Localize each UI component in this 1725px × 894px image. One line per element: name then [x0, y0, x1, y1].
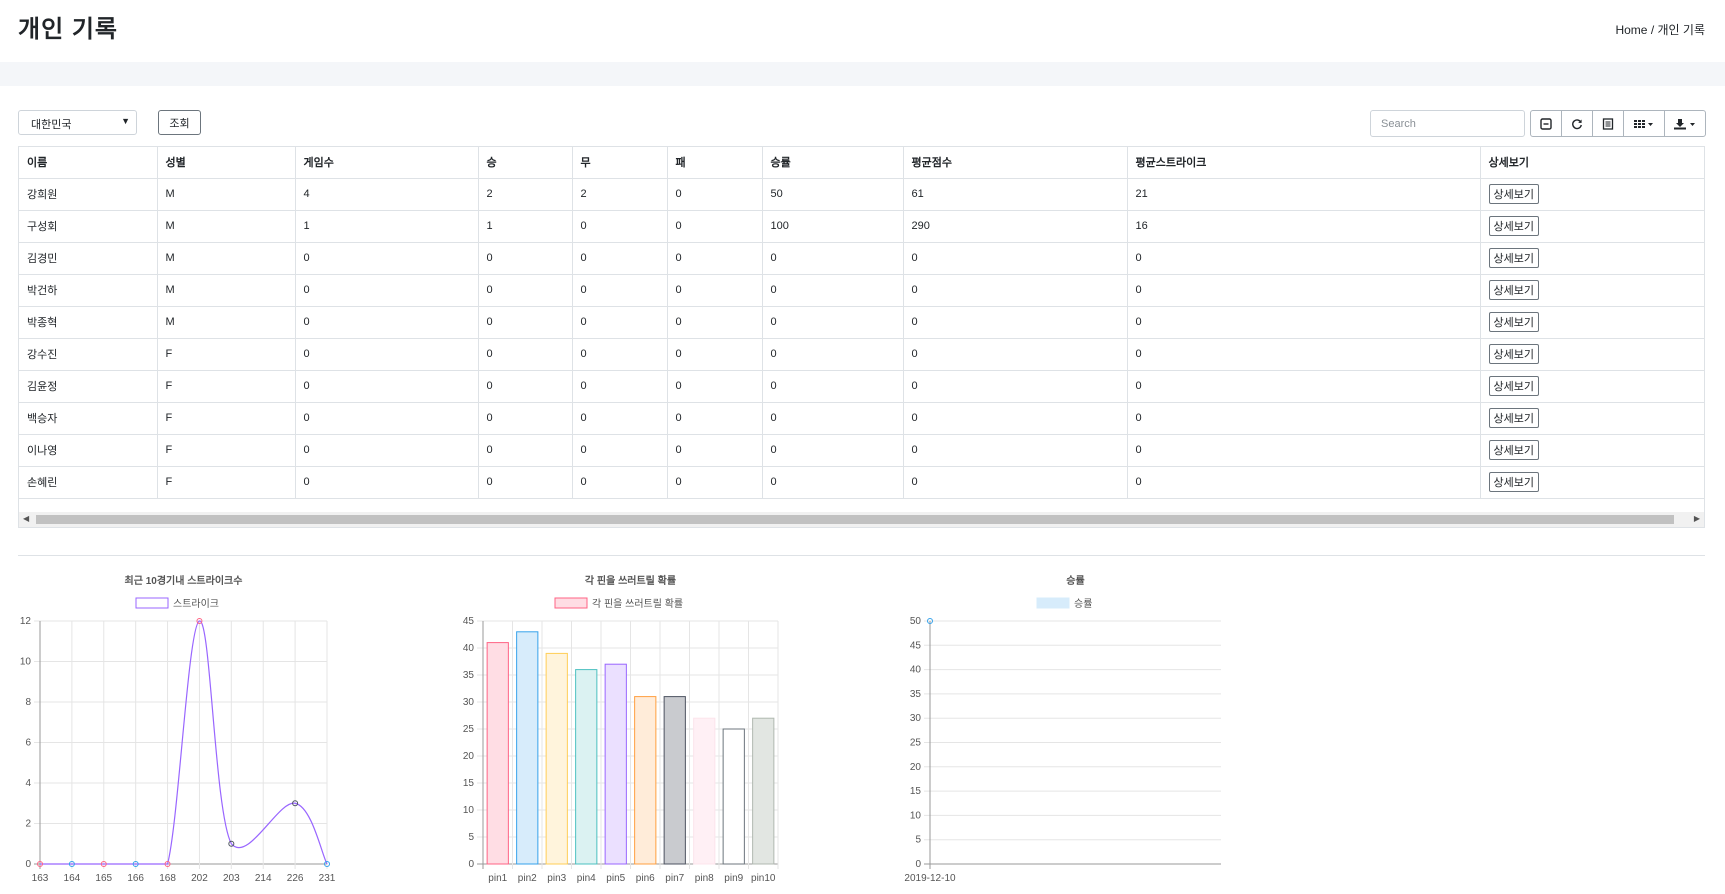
y-tick-label: 8	[25, 697, 31, 708]
bar	[722, 728, 745, 865]
x-tick-label: pin7	[665, 873, 684, 884]
x-tick-label: 164	[64, 873, 81, 884]
y-tick-label: 20	[463, 751, 475, 762]
y-tick-label: 30	[910, 713, 922, 724]
legend-swatch	[1036, 597, 1070, 609]
y-tick-label: 45	[910, 640, 922, 651]
y-tick-label: 4	[25, 778, 31, 789]
y-tick-label: 10	[20, 657, 32, 668]
y-tick-label: 5	[915, 835, 921, 846]
y-tick-label: 15	[463, 778, 475, 789]
y-tick-label: 25	[910, 738, 922, 749]
legend-swatch	[554, 597, 588, 609]
bar	[634, 696, 657, 865]
x-tick-label: 166	[127, 873, 144, 884]
x-tick-label: pin5	[606, 873, 625, 884]
y-tick-label: 30	[463, 697, 475, 708]
x-tick-label: 226	[287, 873, 304, 884]
y-tick-label: 40	[463, 643, 475, 654]
bar	[663, 696, 686, 865]
legend-label: 승률	[1074, 598, 1092, 610]
y-tick-label: 2	[25, 819, 31, 830]
x-tick-label: pin4	[577, 873, 596, 884]
legend-swatch	[135, 597, 169, 609]
bar	[545, 652, 568, 865]
y-tick-label: 25	[463, 724, 475, 735]
x-tick-label: 163	[32, 873, 49, 884]
x-tick-label: pin9	[724, 873, 743, 884]
y-tick-label: 15	[910, 786, 922, 797]
legend-label: 각 핀을 쓰러트릴 확률	[592, 597, 683, 610]
y-tick-label: 12	[20, 616, 32, 627]
page-title: 개인 기록	[18, 16, 118, 43]
breadcrumb: Home / 개인 기록	[1615, 21, 1705, 38]
x-tick-label: pin10	[751, 873, 776, 884]
breadcrumb-home-link[interactable]: Home	[1615, 23, 1647, 37]
bar	[752, 717, 775, 865]
bar	[486, 642, 509, 865]
x-tick-label: 168	[159, 873, 176, 884]
y-tick-label: 0	[468, 859, 474, 870]
x-tick-label: pin2	[518, 873, 537, 884]
x-tick-label: 165	[95, 873, 112, 884]
y-tick-label: 35	[463, 670, 475, 681]
x-tick-label: pin1	[488, 873, 507, 884]
records-card: 대한민국 ▼ 조회 이름 성별 게	[0, 86, 1725, 894]
page-header: 개인 기록 Home / 개인 기록	[0, 0, 1725, 62]
charts-area: 최근 10경기내 스트라이크수스트라이크 0 2 4 6 8 10 12 163 164 165 16…	[20, 574, 1221, 884]
bar	[575, 669, 598, 865]
x-tick-label: pin6	[636, 873, 655, 884]
y-tick-label: 10	[910, 810, 922, 821]
x-tick-label: 202	[191, 873, 208, 884]
x-tick-label: pin3	[547, 873, 566, 884]
y-tick-label: 40	[910, 665, 922, 676]
chart-title: 최근 10경기내 스트라이크수	[125, 574, 243, 587]
y-tick-label: 20	[910, 762, 922, 773]
x-tick-label: pin8	[695, 873, 714, 884]
y-tick-label: 10	[463, 805, 475, 816]
breadcrumb-current: 개인 기록	[1657, 23, 1706, 37]
breadcrumb-separator: /	[1647, 23, 1658, 37]
y-tick-label: 5	[468, 832, 474, 843]
y-tick-label: 6	[25, 738, 31, 749]
x-tick-label: 214	[255, 873, 272, 884]
chart-title: 각 핀을 쓰러트릴 확률	[585, 574, 676, 587]
x-tick-label: 2019-12-10	[904, 873, 956, 884]
bar	[516, 631, 539, 865]
legend-label: 스트라이크	[173, 598, 219, 610]
bar	[693, 717, 716, 865]
y-tick-label: 0	[915, 859, 921, 870]
bar	[604, 663, 627, 865]
chart-title: 승률	[1066, 575, 1084, 587]
x-tick-label: 231	[319, 873, 336, 884]
y-tick-label: 50	[910, 616, 922, 627]
x-tick-label: 203	[223, 873, 240, 884]
y-tick-label: 45	[463, 616, 475, 627]
y-tick-label: 35	[910, 689, 922, 700]
y-tick-label: 0	[25, 859, 31, 870]
